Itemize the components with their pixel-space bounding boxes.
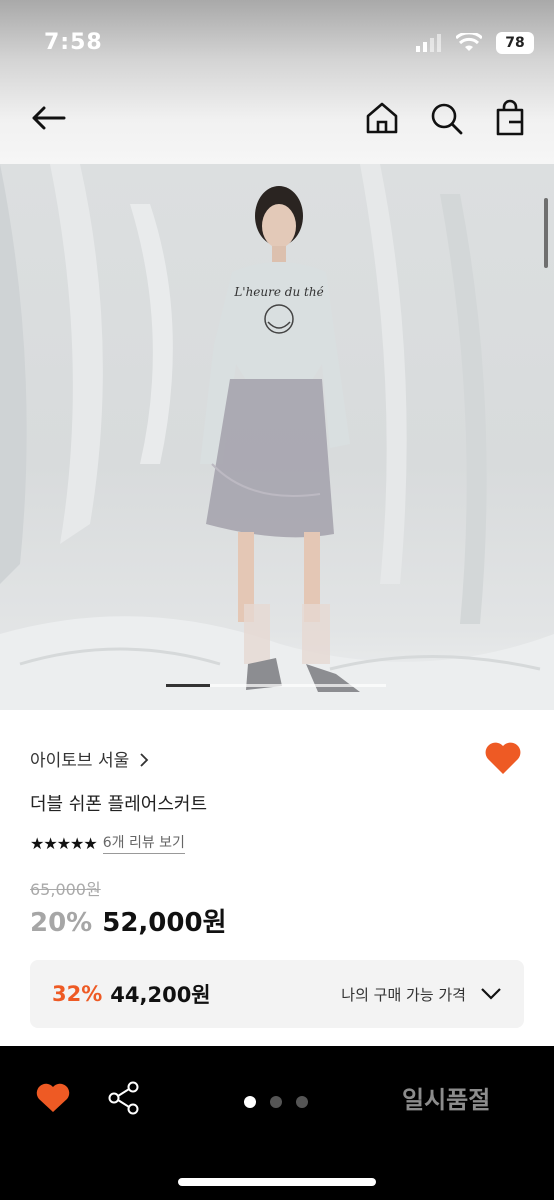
my-price: 44,200원 bbox=[110, 983, 211, 1007]
shopping-bag-icon bbox=[496, 99, 524, 136]
page-dot bbox=[270, 1096, 282, 1108]
soldout-button[interactable]: 일시품절 bbox=[402, 1080, 490, 1115]
nav-actions bbox=[364, 98, 528, 138]
wishlist-heart-icon[interactable] bbox=[36, 1082, 70, 1114]
search-button[interactable] bbox=[428, 98, 464, 138]
cart-button[interactable] bbox=[492, 98, 528, 138]
product-name: 더블 쉬폰 플레어스커트 bbox=[30, 794, 208, 815]
image-progress-indicator bbox=[166, 684, 386, 687]
sale-price: 52,000원 bbox=[102, 908, 227, 938]
status-icons: 78 bbox=[416, 32, 534, 54]
chevron-right-icon bbox=[140, 753, 148, 767]
status-time: 7:58 bbox=[44, 30, 103, 55]
discount-rate: 20% bbox=[30, 908, 93, 938]
wishlist-heart-icon[interactable] bbox=[484, 740, 522, 776]
brand-name: 아이토브 서울 bbox=[30, 751, 130, 771]
price-row: 20% 52,000원 bbox=[30, 902, 227, 939]
page-indicator bbox=[244, 1096, 308, 1108]
my-discount-rate: 32% bbox=[52, 982, 103, 1006]
top-bar: 7:58 78 bbox=[0, 0, 554, 164]
rating-stars: ★★★★★ bbox=[30, 833, 98, 853]
my-price-dropdown[interactable]: 32% 44,200원 나의 구매 가능 가격 bbox=[30, 960, 524, 1028]
product-image-carousel[interactable]: L'heure du thé bbox=[0, 164, 554, 710]
brand-link[interactable]: 아이토브 서울 bbox=[30, 746, 149, 771]
shirt-print-text: L'heure du thé bbox=[233, 285, 323, 299]
original-price: 65,000원 bbox=[30, 880, 101, 899]
home-button[interactable] bbox=[364, 98, 400, 138]
wifi-icon bbox=[456, 33, 482, 51]
page-dot-active bbox=[244, 1096, 256, 1108]
bottom-action-bar: 일시품절 bbox=[0, 1046, 554, 1200]
share-icon[interactable] bbox=[106, 1080, 142, 1116]
battery-indicator: 78 bbox=[496, 32, 534, 54]
my-price-label: 나의 구매 가능 가격 bbox=[341, 985, 466, 1004]
home-icon bbox=[366, 102, 398, 134]
chevron-down-icon bbox=[481, 988, 501, 1000]
search-icon bbox=[431, 103, 463, 135]
image-scrollbar bbox=[544, 198, 548, 268]
home-indicator bbox=[178, 1178, 376, 1186]
rating-row: ★★★★★ 6개 리뷰 보기 bbox=[30, 832, 185, 854]
product-photo: L'heure du thé bbox=[0, 164, 554, 710]
review-link[interactable]: 6개 리뷰 보기 bbox=[102, 832, 185, 854]
page-dot bbox=[296, 1096, 308, 1108]
back-arrow-icon[interactable] bbox=[26, 96, 70, 140]
signal-icon bbox=[416, 34, 441, 52]
